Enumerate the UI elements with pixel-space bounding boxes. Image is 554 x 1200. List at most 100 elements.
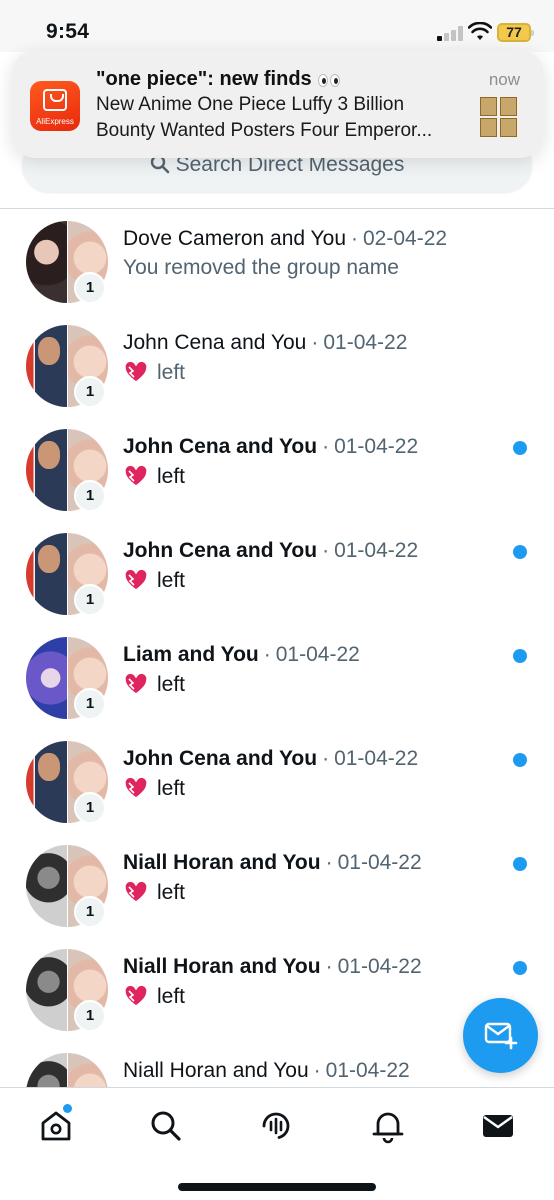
member-count-badge: 1	[74, 688, 106, 720]
heart-emoji-icon	[124, 880, 148, 903]
separator-dot: ·	[322, 747, 330, 770]
messages-icon[interactable]	[480, 1108, 516, 1144]
message-preview: left	[157, 465, 186, 488]
conversation-row[interactable]: 1 Niall Horan and You·01-04-22 left	[0, 839, 554, 943]
wanted-poster-thumbnail	[479, 96, 519, 138]
unread-dot	[513, 545, 527, 559]
home-new-content-dot	[63, 1104, 72, 1113]
conversation-date: 01-04-22	[334, 435, 419, 458]
participant-photo	[26, 637, 67, 719]
status-bar: 9:54 77	[0, 0, 554, 52]
conversation-row[interactable]: 1 John Cena and You · 01-04-22 left	[0, 319, 554, 423]
group-avatar[interactable]: 1	[26, 637, 108, 720]
participant-photo	[26, 429, 67, 511]
new-message-button[interactable]	[463, 998, 538, 1073]
wifi-icon	[468, 22, 492, 40]
group-avatar[interactable]: 1	[26, 325, 108, 408]
conversation-date: 02-04-22	[363, 227, 448, 250]
group-avatar[interactable]: 1	[26, 1053, 108, 1087]
unread-dot	[513, 441, 527, 455]
battery-indicator: 77	[497, 23, 534, 42]
heart-emoji-icon	[124, 568, 148, 591]
separator-dot: ·	[325, 851, 333, 874]
conversation-date: 01-04-22	[337, 955, 422, 978]
home-icon[interactable]	[38, 1108, 74, 1144]
participant-photo	[26, 533, 67, 615]
participant-photo	[26, 1053, 67, 1087]
compose-message-icon	[484, 1022, 518, 1050]
message-preview: left	[157, 881, 186, 904]
unread-dot	[513, 961, 527, 975]
conversation-date: 01-04-22	[275, 643, 360, 666]
member-count-badge: 1	[74, 896, 106, 928]
conversation-name: Niall Horan and You	[123, 1059, 309, 1082]
participant-photo	[26, 845, 67, 927]
conversation-date: 01-04-22	[334, 747, 419, 770]
separator-dot: ·	[351, 227, 358, 250]
participant-photo	[26, 741, 67, 823]
notifications-icon[interactable]	[370, 1108, 406, 1144]
group-avatar[interactable]: 1	[26, 741, 108, 824]
group-avatar[interactable]: 1	[26, 429, 108, 512]
conversation-name: John Cena and You	[123, 331, 307, 354]
unread-dot	[513, 753, 527, 767]
unread-dot	[513, 649, 527, 663]
message-preview: left	[157, 985, 186, 1008]
group-avatar[interactable]: 1	[26, 845, 108, 928]
participant-photo	[26, 949, 67, 1031]
message-preview: left	[157, 569, 186, 592]
conversation-name: Niall Horan and You	[123, 851, 321, 874]
conversation-list[interactable]: 1 Dove Cameron and You · 02-04-22 You remove…	[0, 209, 554, 1087]
conversation-row[interactable]: 1 Liam and You · 01-04-22 left	[0, 631, 554, 735]
conversation-row[interactable]: 1 Dove Cameron and You · 02-04-22 You remove…	[0, 215, 554, 319]
own-photo	[68, 1053, 108, 1087]
member-count-badge: 1	[74, 1000, 106, 1032]
group-avatar[interactable]: 1	[26, 949, 108, 1032]
cellular-signal-icon	[437, 25, 463, 41]
conversation-row[interactable]: 1 John Cena and You · 01-04-22 left	[0, 527, 554, 631]
message-preview: left	[157, 777, 186, 800]
status-time: 9:54	[46, 20, 90, 43]
separator-dot: ·	[313, 1059, 321, 1082]
member-count-badge: 1	[74, 272, 106, 304]
heart-emoji-icon	[124, 360, 148, 383]
conversation-row[interactable]: 1 John Cena and You · 01-04-22 left	[0, 423, 554, 527]
group-avatar[interactable]: 1	[26, 221, 108, 304]
heart-emoji-icon	[124, 984, 148, 1007]
message-preview: You removed the group name	[123, 256, 399, 279]
app-icon-label: AliExpress	[36, 117, 74, 126]
participant-photo	[26, 221, 67, 303]
conversation-date: 01-04-22	[323, 331, 408, 354]
home-indicator	[178, 1183, 376, 1191]
member-count-badge: 1	[74, 584, 106, 616]
conversation-date: 01-04-22	[325, 1059, 410, 1082]
group-avatar[interactable]: 1	[26, 533, 108, 616]
push-notification[interactable]: AliExpress "one piece": new finds New An…	[12, 50, 544, 158]
member-count-badge: 1	[74, 480, 106, 512]
member-count-badge: 1	[74, 792, 106, 824]
spaces-icon[interactable]	[258, 1108, 294, 1144]
aliexpress-app-icon: AliExpress	[30, 81, 80, 131]
heart-emoji-icon	[124, 672, 148, 695]
conversation-date: 01-04-22	[334, 539, 419, 562]
conversation-name: John Cena and You	[123, 539, 318, 562]
conversation-name: Liam and You	[123, 643, 259, 666]
conversation-date: 01-04-22	[337, 851, 422, 874]
notification-title: "one piece": new finds	[96, 68, 312, 90]
member-count-badge: 1	[74, 376, 106, 408]
notification-body-line2: Bounty Wanted Posters Four Emperor...	[96, 120, 433, 141]
heart-emoji-icon	[124, 464, 148, 487]
separator-dot: ·	[322, 435, 330, 458]
notification-body-line1: New Anime One Piece Luffy 3 Billion	[96, 94, 405, 115]
conversation-name: John Cena and You	[123, 435, 318, 458]
separator-dot: ·	[311, 331, 319, 354]
separator-dot: ·	[325, 955, 333, 978]
conversation-row[interactable]: 1 John Cena and You · 01-04-22 left	[0, 735, 554, 839]
separator-dot: ·	[263, 643, 271, 666]
search-icon[interactable]	[148, 1108, 184, 1144]
unread-dot	[513, 857, 527, 871]
eyes-emoji-icon	[317, 70, 342, 93]
notification-time: now	[488, 70, 520, 89]
conversation-name: Niall Horan and You	[123, 955, 321, 978]
heart-emoji-icon	[124, 776, 148, 799]
